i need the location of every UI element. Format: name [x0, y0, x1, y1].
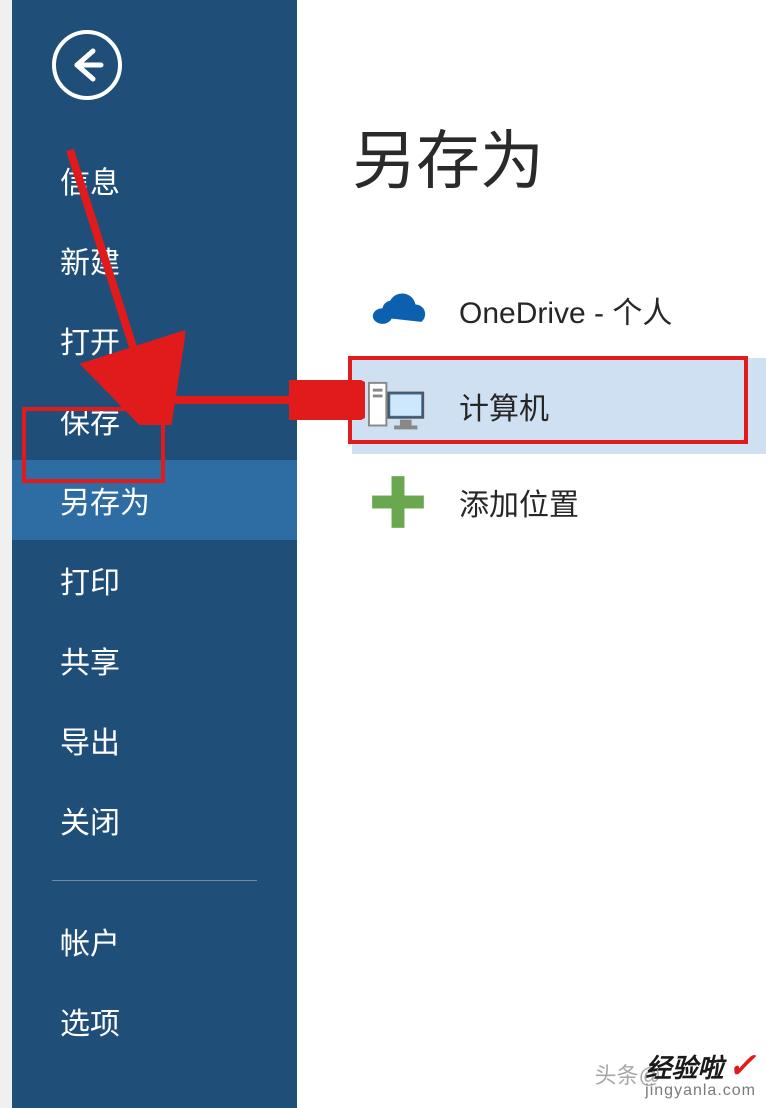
location-onedrive[interactable]: OneDrive - 个人	[352, 262, 766, 358]
window-left-edge	[0, 0, 12, 1108]
location-computer-label: 计算机	[459, 384, 549, 428]
sidebar-item-export[interactable]: 导出	[12, 700, 297, 780]
location-add-label: 添加位置	[459, 480, 579, 524]
location-computer[interactable]: 计算机	[352, 358, 766, 454]
sidebar-item-info[interactable]: 信息	[12, 140, 297, 220]
watermark: 经验啦 ✓ jingyanla.com	[645, 1046, 756, 1100]
sidebar-item-print[interactable]: 打印	[12, 540, 297, 620]
sidebar-separator	[52, 880, 257, 881]
sidebar-item-share[interactable]: 共享	[12, 620, 297, 700]
watermark-brand: 经验啦	[645, 1048, 723, 1085]
back-arrow-icon	[67, 45, 107, 85]
onedrive-icon	[367, 279, 429, 341]
sidebar-item-options[interactable]: 选项	[12, 981, 297, 1061]
sidebar: 信息 新建 打开 保存 另存为 打印 共享 导出 关闭 帐户 选项	[12, 0, 297, 1108]
sidebar-item-save[interactable]: 保存	[12, 380, 297, 460]
location-onedrive-label: OneDrive - 个人	[459, 288, 672, 332]
sidebar-item-account[interactable]: 帐户	[12, 901, 297, 981]
sidebar-item-close[interactable]: 关闭	[12, 780, 297, 860]
computer-icon	[367, 375, 429, 437]
checkmark-icon: ✓	[728, 1046, 757, 1086]
location-add[interactable]: 添加位置	[352, 454, 766, 550]
add-location-icon	[367, 471, 429, 533]
sidebar-item-new[interactable]: 新建	[12, 220, 297, 300]
page-title: 另存为	[352, 110, 766, 202]
sidebar-item-saveas[interactable]: 另存为	[12, 460, 297, 540]
back-button[interactable]	[52, 30, 122, 100]
watermark-url: jingyanla.com	[645, 1082, 756, 1100]
content-pane: 另存为 OneDrive - 个人 计算机	[297, 0, 766, 1108]
sidebar-menu: 信息 新建 打开 保存 另存为 打印 共享 导出 关闭 帐户 选项	[12, 140, 297, 1061]
sidebar-item-open[interactable]: 打开	[12, 300, 297, 380]
